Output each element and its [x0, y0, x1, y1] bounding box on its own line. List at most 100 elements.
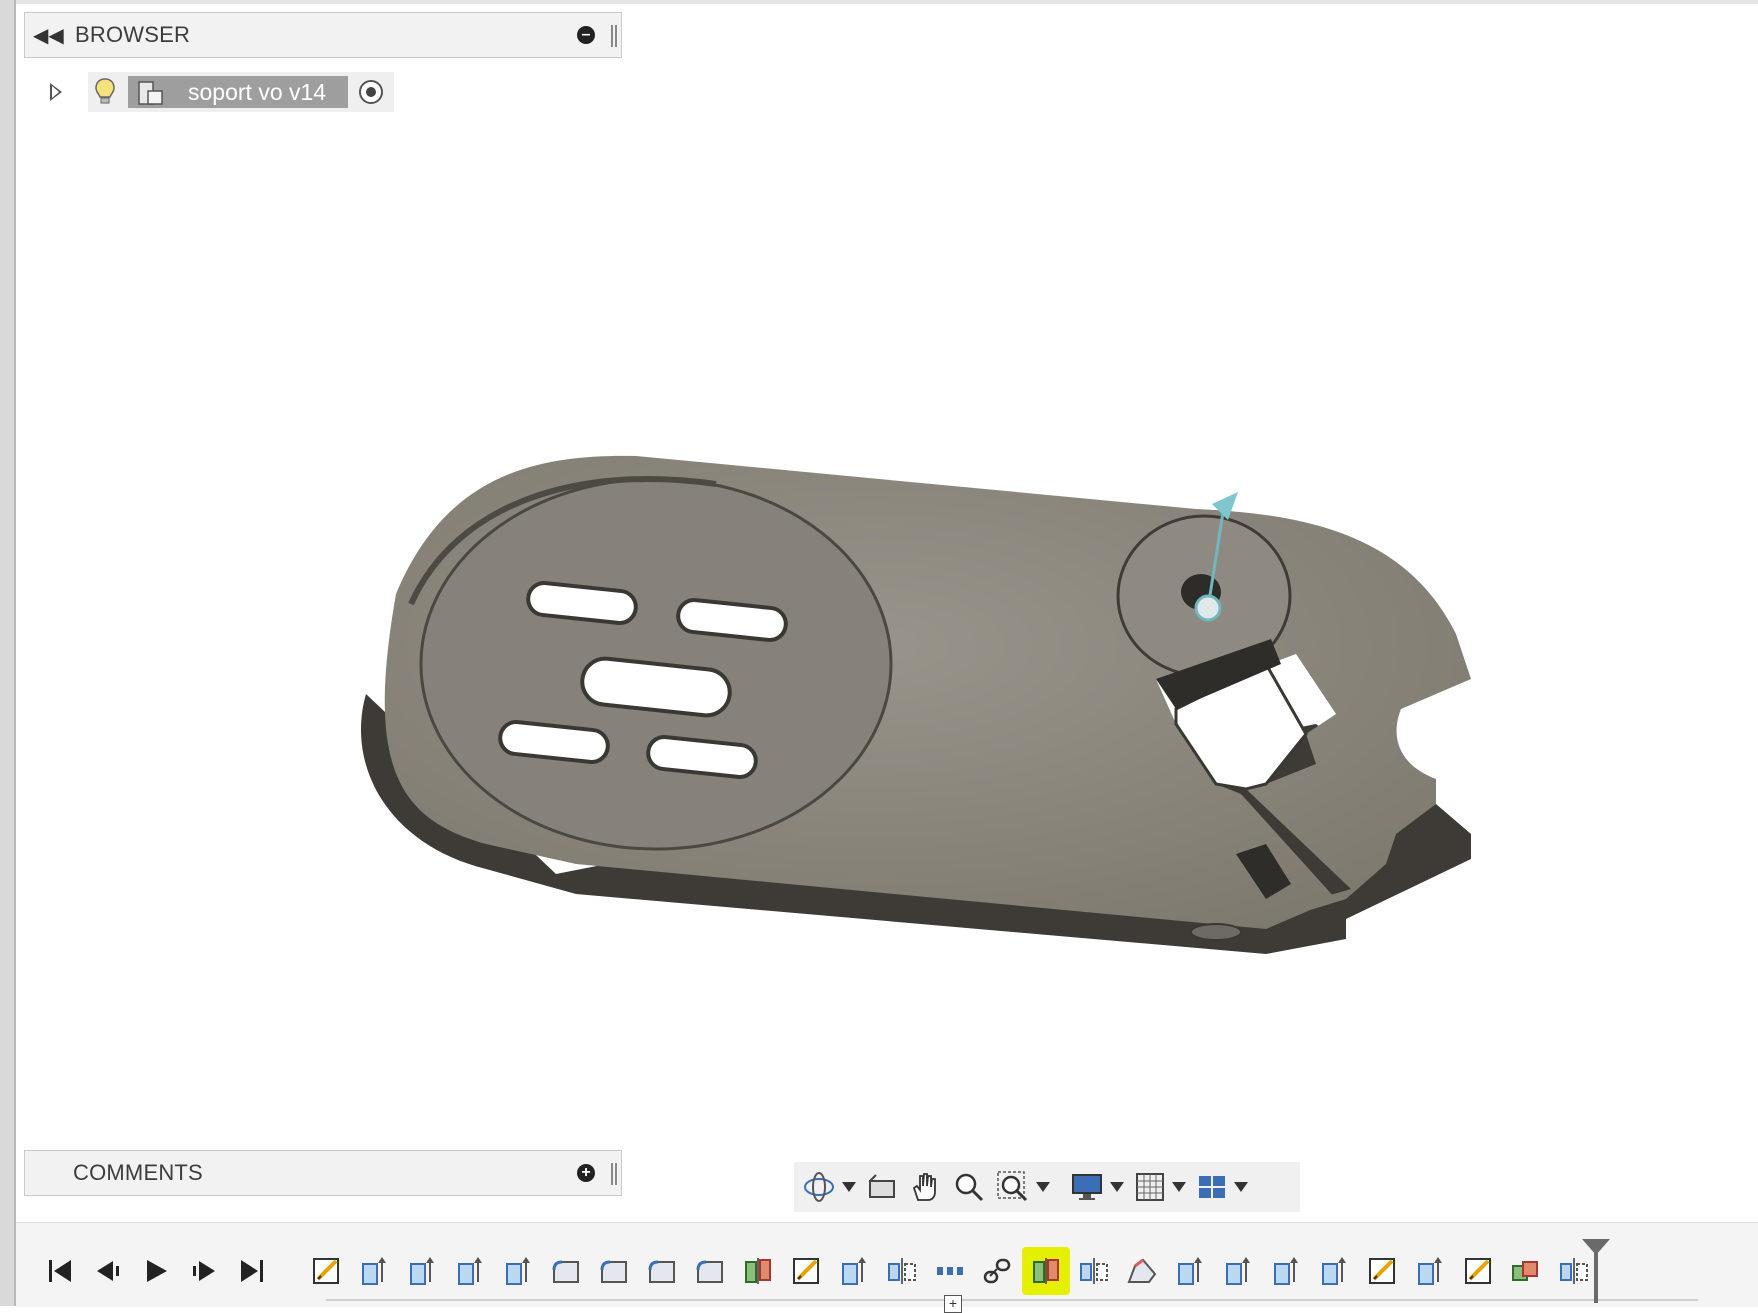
component-name: soport vo v14 — [188, 78, 327, 105]
step-back-button[interactable] — [84, 1253, 132, 1289]
timeline-marker[interactable] — [1582, 1239, 1610, 1303]
timeline-feature-extrude[interactable] — [494, 1247, 542, 1295]
timeline-feature-sketch[interactable] — [302, 1247, 350, 1295]
timeline-feature-chamfer[interactable] — [1118, 1247, 1166, 1295]
timeline-group-icon[interactable]: + — [944, 1295, 962, 1313]
pan-button[interactable] — [908, 1167, 942, 1207]
browser-panel: ◀◀ BROWSER – — [24, 12, 622, 58]
component-label[interactable]: soport vo v14 — [128, 76, 349, 108]
timeline-feature-joint[interactable] — [974, 1247, 1022, 1295]
component-icon — [138, 81, 163, 105]
viewports-button[interactable] — [1196, 1167, 1248, 1207]
timeline-feature-extrude[interactable] — [446, 1247, 494, 1295]
orbit-button[interactable] — [802, 1167, 856, 1207]
timeline-feature-pattern[interactable] — [926, 1247, 974, 1295]
fit-zoom-icon — [997, 1171, 1028, 1202]
fillet-icon — [648, 1260, 675, 1283]
skip-end-icon — [241, 1260, 263, 1282]
extrude-icon — [410, 1257, 434, 1285]
timeline-feature-extrude[interactable] — [1262, 1247, 1310, 1295]
display-settings-icon — [1072, 1174, 1102, 1200]
split-body-icon — [745, 1258, 771, 1284]
timeline-feature-sketch[interactable] — [782, 1247, 830, 1295]
play-button[interactable] — [132, 1253, 180, 1289]
timeline-feature-combine[interactable] — [1502, 1247, 1550, 1295]
timeline-track — [326, 1299, 1698, 1301]
timeline-feature-mirror[interactable] — [878, 1247, 926, 1295]
grid-icon — [1136, 1173, 1164, 1201]
viewports-dropdown-icon[interactable] — [1234, 1182, 1248, 1192]
minimize-icon[interactable]: – — [577, 26, 595, 44]
extrude-icon — [842, 1257, 866, 1285]
skip-start-icon — [49, 1260, 71, 1282]
look-at-button[interactable] — [866, 1167, 898, 1207]
pattern-icon — [937, 1267, 963, 1275]
timeline-feature-extrude[interactable] — [398, 1247, 446, 1295]
panel-grip-icon[interactable] — [611, 25, 617, 47]
timeline-feature-fillet[interactable] — [638, 1247, 686, 1295]
viewports-icon — [1199, 1176, 1225, 1198]
mirror-icon — [1560, 1258, 1588, 1284]
add-comment-icon[interactable]: + — [577, 1164, 595, 1182]
timeline: + — [16, 1222, 1758, 1313]
timeline-feature-sketch[interactable] — [1358, 1247, 1406, 1295]
timeline-feature-mirror[interactable] — [1070, 1247, 1118, 1295]
tree-node[interactable]: soport vo v14 — [88, 72, 395, 112]
navigation-toolbar — [794, 1162, 1300, 1212]
timeline-feature-extrude[interactable] — [1214, 1247, 1262, 1295]
expand-arrow-icon[interactable] — [50, 83, 62, 101]
fillet-icon — [552, 1260, 579, 1283]
timeline-feature-extrude[interactable] — [1166, 1247, 1214, 1295]
orbit-dropdown-icon[interactable] — [842, 1182, 856, 1192]
look-at-icon — [869, 1174, 895, 1198]
browser-title: BROWSER — [75, 22, 191, 47]
fit-button[interactable] — [996, 1167, 1050, 1207]
visibility-bulb-icon[interactable] — [94, 77, 116, 107]
zoom-button[interactable] — [952, 1167, 986, 1207]
browser-tree-root: soport vo v14 — [50, 72, 395, 112]
timeline-feature-split-body[interactable] — [1022, 1247, 1070, 1295]
display-settings-button[interactable] — [1070, 1167, 1124, 1207]
timeline-feature-fillet[interactable] — [542, 1247, 590, 1295]
play-icon — [147, 1260, 167, 1282]
mirror-icon — [888, 1258, 916, 1284]
extrude-icon — [1322, 1257, 1346, 1285]
timeline-feature-extrude[interactable] — [1406, 1247, 1454, 1295]
skip-to-end-button[interactable] — [228, 1253, 276, 1289]
grid-dropdown-icon[interactable] — [1172, 1182, 1186, 1192]
timeline-feature-extrude[interactable] — [350, 1247, 398, 1295]
timeline-feature-split-body[interactable] — [734, 1247, 782, 1295]
zoom-icon — [955, 1173, 984, 1202]
3d-model[interactable] — [16, 4, 1758, 1224]
fillet-icon — [600, 1260, 627, 1283]
chamfer-icon — [1127, 1258, 1157, 1283]
step-forward-button[interactable] — [180, 1253, 228, 1289]
skip-to-start-button[interactable] — [36, 1253, 84, 1289]
sketch-icon — [793, 1258, 819, 1284]
step-back-icon — [97, 1261, 119, 1281]
timeline-feature-extrude[interactable] — [830, 1247, 878, 1295]
sketch-icon — [1369, 1258, 1395, 1284]
collapse-panel-icon[interactable]: ◀◀ — [33, 23, 64, 48]
extrude-icon — [362, 1257, 386, 1285]
fit-dropdown-icon[interactable] — [1036, 1182, 1050, 1192]
activate-radio-icon[interactable] — [358, 79, 384, 105]
left-rail — [0, 0, 16, 1306]
timeline-feature-extrude[interactable] — [1310, 1247, 1358, 1295]
timeline-feature-fillet[interactable] — [686, 1247, 734, 1295]
sketch-icon — [1465, 1258, 1491, 1284]
pan-hand-icon — [912, 1173, 936, 1201]
canvas-viewport[interactable] — [16, 4, 1758, 1224]
display-dropdown-icon[interactable] — [1110, 1182, 1124, 1192]
timeline-feature-sketch[interactable] — [1454, 1247, 1502, 1295]
fillet-icon — [696, 1260, 723, 1283]
extrude-icon — [1418, 1257, 1442, 1285]
sketch-icon — [313, 1258, 339, 1284]
timeline-feature-fillet[interactable] — [590, 1247, 638, 1295]
panel-grip-icon[interactable] — [611, 1163, 617, 1185]
orbit-icon — [804, 1172, 834, 1202]
comments-panel: COMMENTS + — [24, 1150, 622, 1196]
grid-button[interactable] — [1134, 1167, 1186, 1207]
extrude-icon — [1226, 1257, 1250, 1285]
timeline-features — [302, 1247, 1598, 1295]
